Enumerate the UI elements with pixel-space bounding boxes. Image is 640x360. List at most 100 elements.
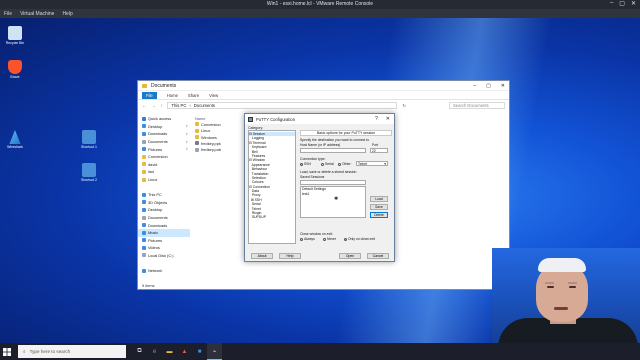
nav-item[interactable]: Documents bbox=[138, 214, 190, 222]
desktop-icon-shortcut-2[interactable]: Shortcut 2 bbox=[76, 163, 102, 182]
nav-item[interactable]: Pictures ⚲ bbox=[138, 145, 190, 153]
close-icon[interactable]: ✕ bbox=[386, 116, 390, 122]
explorer-search-input[interactable]: Search Documents bbox=[449, 102, 505, 109]
category-tree-item[interactable]: SUPDUP bbox=[249, 215, 295, 219]
store-icon: ■ bbox=[197, 348, 202, 355]
refresh-icon[interactable]: ↻ bbox=[402, 103, 406, 108]
taskbar-app-store[interactable]: ■ bbox=[192, 343, 207, 360]
nav-item-label: Downloads bbox=[148, 131, 168, 137]
nav-item[interactable]: 3D Objects bbox=[138, 199, 190, 207]
taskbar-app-edge[interactable]: e bbox=[147, 343, 162, 360]
nav-item[interactable]: Local Disk (C:) bbox=[138, 252, 190, 260]
help-icon[interactable]: ? bbox=[375, 116, 378, 122]
nav-item[interactable]: Desktop bbox=[138, 206, 190, 214]
vm-menu-help[interactable]: Help bbox=[62, 11, 72, 17]
desktop-icon-recycle-bin[interactable]: Recycle Bin bbox=[2, 26, 28, 45]
vm-menu-virtual-machine[interactable]: Virtual Machine bbox=[20, 11, 54, 17]
search-placeholder: Type here to search bbox=[29, 349, 71, 354]
radio-other[interactable]: Other: bbox=[338, 162, 351, 166]
close-icon[interactable]: ✕ bbox=[631, 0, 636, 7]
save-button[interactable]: Save bbox=[370, 204, 388, 210]
minimize-icon[interactable]: – bbox=[473, 83, 476, 89]
nav-item[interactable]: Network bbox=[138, 267, 190, 275]
saved-session-input[interactable] bbox=[300, 180, 366, 185]
open-button[interactable]: Open bbox=[339, 253, 361, 259]
folder-icon bbox=[142, 116, 146, 121]
port-input[interactable]: 22 bbox=[370, 148, 388, 153]
folder-icon bbox=[142, 83, 147, 88]
maximize-icon[interactable]: ▢ bbox=[486, 83, 491, 89]
nav-item[interactable]: This PC bbox=[138, 191, 190, 199]
taskbar-app-task-view[interactable]: ⧉ bbox=[132, 343, 147, 360]
nav-item-label: Downloads bbox=[148, 222, 168, 228]
file-icon bbox=[195, 141, 199, 146]
radio-serial[interactable]: Serial bbox=[321, 162, 334, 166]
status-bar: 5 items bbox=[142, 283, 155, 288]
nav-item[interactable]: Desktop ⚲ bbox=[138, 123, 190, 131]
taskbar-app-brave[interactable]: ▲ bbox=[177, 343, 192, 360]
folder-icon bbox=[142, 139, 146, 144]
forward-arrow-icon[interactable]: → bbox=[151, 103, 155, 108]
desktop-icon-wireshark[interactable]: Wireshark bbox=[2, 130, 28, 149]
ribbon-tab-home[interactable]: Home bbox=[167, 93, 178, 98]
ribbon-tab-share[interactable]: Share bbox=[188, 93, 199, 98]
nav-item-label: Music bbox=[148, 230, 159, 236]
taskbar-app-file-explorer[interactable]: ▬ bbox=[162, 343, 177, 360]
folder-icon bbox=[142, 169, 146, 174]
nav-item[interactable]: Conversion bbox=[138, 153, 190, 161]
folder-icon bbox=[142, 238, 146, 243]
folder-icon bbox=[142, 200, 146, 205]
cancel-button[interactable]: Cancel bbox=[367, 253, 389, 259]
nav-item-label: Local Disk (C:) bbox=[148, 252, 174, 258]
radio-ssh[interactable]: SSH bbox=[300, 162, 311, 166]
nav-item[interactable]: Downloads ⚲ bbox=[138, 130, 190, 138]
taskbar-search-input[interactable]: ⌕ Type here to search bbox=[18, 345, 126, 358]
nav-item[interactable]: Linux bbox=[138, 176, 190, 184]
nav-item[interactable]: Pictures bbox=[138, 237, 190, 245]
address-bar[interactable]: This PC › Documents bbox=[167, 102, 398, 109]
nav-item[interactable]: Videos bbox=[138, 244, 190, 252]
back-arrow-icon[interactable]: ← bbox=[142, 103, 146, 108]
address-crumb[interactable]: Documents bbox=[194, 103, 215, 108]
folder-icon bbox=[142, 147, 146, 152]
nav-item[interactable]: david bbox=[138, 161, 190, 169]
saved-sessions-list[interactable]: Default Settings test1 ✱ bbox=[300, 186, 366, 218]
maximize-icon[interactable]: ▢ bbox=[619, 0, 625, 7]
putty-config-window[interactable]: PuTTY Configuration ? ✕ Category: ⊟ Sess… bbox=[244, 113, 395, 262]
start-button[interactable] bbox=[0, 343, 14, 360]
delete-button[interactable]: Delete bbox=[370, 212, 388, 218]
brave-icon: ▲ bbox=[181, 348, 188, 355]
nav-item[interactable]: Music bbox=[138, 228, 190, 237]
category-tree[interactable]: ⊟ Session Logging ⊟ Terminal Keyboard Bel… bbox=[248, 130, 296, 244]
load-button[interactable]: Load bbox=[370, 196, 388, 202]
desktop-icon-brave[interactable]: Brave bbox=[2, 60, 28, 79]
minimize-icon[interactable]: – bbox=[610, 0, 613, 7]
nav-item[interactable]: lisd bbox=[138, 168, 190, 176]
radio-clean-exit[interactable]: Only on clean exit bbox=[344, 237, 375, 241]
chevron-right-icon: › bbox=[189, 103, 191, 108]
nav-item[interactable]: Documents ⚲ bbox=[138, 138, 190, 146]
help-button[interactable]: Help bbox=[279, 253, 301, 259]
ribbon-tab-view[interactable]: View bbox=[209, 93, 218, 98]
nav-item[interactable]: Downloads bbox=[138, 221, 190, 229]
ribbon-tab-file[interactable]: File bbox=[142, 91, 157, 99]
presenter-eye bbox=[547, 286, 554, 288]
desktop-icon-label: Wireshark bbox=[7, 145, 23, 149]
radio-never[interactable]: Never bbox=[323, 237, 336, 241]
host-name-input[interactable] bbox=[300, 148, 366, 153]
vm-menu-file[interactable]: File bbox=[4, 11, 12, 17]
radio-always[interactable]: Always bbox=[300, 237, 315, 241]
nav-item[interactable]: Quick access bbox=[138, 115, 190, 123]
desktop-icon-shortcut-1[interactable]: Shortcut 1 bbox=[76, 130, 102, 149]
nav-item-label: Documents bbox=[148, 215, 168, 221]
up-arrow-icon[interactable]: ↑ bbox=[160, 103, 162, 108]
taskbar-app-putty[interactable]: ⌁ bbox=[207, 343, 222, 360]
folder-icon bbox=[142, 223, 146, 228]
address-crumb[interactable]: This PC bbox=[171, 103, 186, 108]
windows-logo-icon bbox=[3, 347, 11, 356]
putty-window-controls: ? ✕ bbox=[375, 116, 394, 122]
about-button[interactable]: About bbox=[251, 253, 273, 259]
computer-shortcut-icon bbox=[82, 163, 96, 177]
other-protocol-select[interactable]: Telnet ▾ bbox=[356, 161, 388, 166]
close-icon[interactable]: ✕ bbox=[501, 83, 505, 89]
